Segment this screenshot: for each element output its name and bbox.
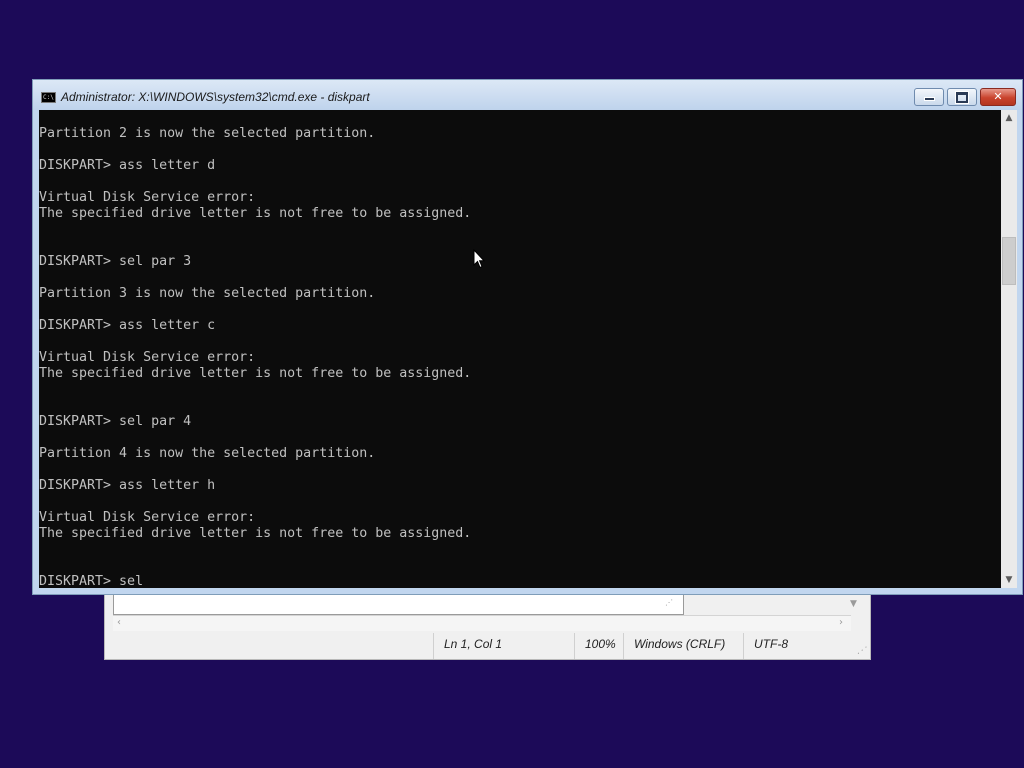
maximize-button[interactable] bbox=[947, 88, 977, 106]
console-line: The specified drive letter is not free t… bbox=[39, 526, 472, 541]
console-line: The specified drive letter is not free t… bbox=[39, 366, 472, 381]
scroll-left-arrow-icon[interactable]: ‹ bbox=[117, 617, 121, 628]
console-command-line: DISKPART> ass letter d bbox=[39, 158, 216, 173]
status-position: Ln 1, Col 1 bbox=[433, 633, 575, 659]
console-line: Virtual Disk Service error: bbox=[39, 350, 256, 365]
mouse-cursor-icon bbox=[473, 249, 485, 269]
console-line: Virtual Disk Service error: bbox=[39, 510, 256, 525]
console-command-line: DISKPART> sel par 3 bbox=[39, 254, 192, 269]
close-button[interactable]: ✕ bbox=[980, 88, 1016, 106]
cmd-icon: C:\ bbox=[41, 92, 56, 103]
notepad-window: ⋰ ▼ ‹ › Ln 1, Col 1 100% Windows (CRLF) … bbox=[104, 594, 871, 660]
horizontal-scrollbar[interactable]: ‹ › bbox=[113, 615, 851, 631]
console-command-line: DISKPART> sel par 4 bbox=[39, 414, 192, 429]
console-lines: Partition 2 is now the selected partitio… bbox=[39, 126, 471, 588]
close-icon: ✕ bbox=[993, 90, 1003, 103]
console-command-line: DISKPART> ass letter h bbox=[39, 478, 216, 493]
resize-grip-icon: ⋰ bbox=[665, 598, 673, 607]
scroll-right-arrow-icon[interactable]: › bbox=[839, 617, 843, 628]
console-line: Partition 3 is now the selected partitio… bbox=[39, 286, 376, 301]
console-command-line: DISKPART> ass letter c bbox=[39, 318, 216, 333]
cmd-window: C:\ Administrator: X:\WINDOWS\system32\c… bbox=[32, 79, 1023, 595]
scroll-down-arrow-icon[interactable]: ▼ bbox=[1001, 572, 1017, 588]
scroll-up-arrow-icon[interactable]: ▲ bbox=[1001, 110, 1017, 126]
console-line: The specified drive letter is not free t… bbox=[39, 206, 472, 221]
window-title: Administrator: X:\WINDOWS\system32\cmd.e… bbox=[61, 90, 370, 104]
scroll-thumb[interactable] bbox=[1002, 237, 1016, 285]
status-encoding: UTF-8 bbox=[743, 633, 863, 659]
console-output[interactable]: Partition 2 is now the selected partitio… bbox=[39, 110, 1001, 588]
console-line: Partition 4 is now the selected partitio… bbox=[39, 446, 376, 461]
console-line: Virtual Disk Service error: bbox=[39, 190, 256, 205]
status-line-ending: Windows (CRLF) bbox=[623, 633, 745, 659]
notepad-text-area[interactable]: ⋰ bbox=[113, 595, 684, 615]
maximize-icon bbox=[955, 91, 969, 104]
console-command-line: DISKPART> sel bbox=[39, 574, 144, 588]
minimize-icon bbox=[923, 97, 935, 101]
minimize-button[interactable] bbox=[914, 88, 944, 106]
status-bar: Ln 1, Col 1 100% Windows (CRLF) UTF-8 ⋰ bbox=[105, 633, 870, 659]
vertical-scrollbar[interactable]: ▲ ▼ bbox=[1001, 110, 1017, 588]
resize-grip-icon[interactable]: ⋰ bbox=[857, 646, 866, 655]
scroll-down-arrow-icon[interactable]: ▼ bbox=[850, 599, 857, 609]
status-zoom: 100% bbox=[574, 633, 624, 659]
console-line: Partition 2 is now the selected partitio… bbox=[39, 126, 376, 141]
title-bar[interactable]: C:\ Administrator: X:\WINDOWS\system32\c… bbox=[33, 80, 1022, 110]
